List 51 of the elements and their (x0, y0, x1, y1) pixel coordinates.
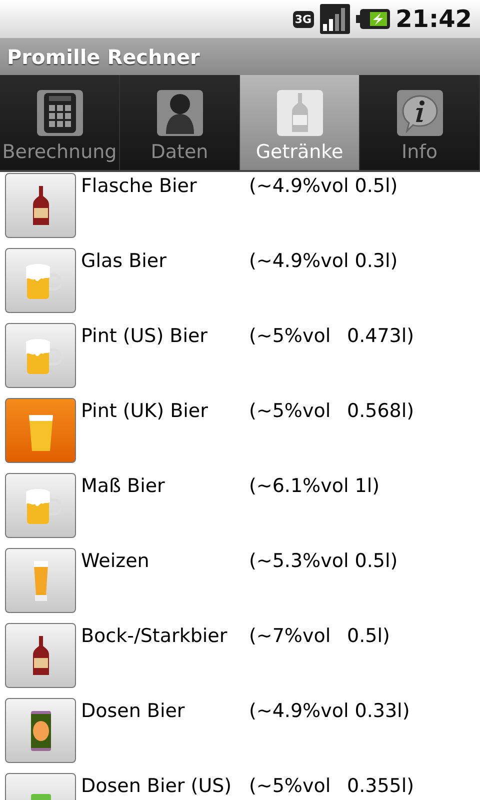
drink-name: Dosen Bier (US) (81, 777, 233, 796)
drink-volume: 0.33l) (354, 702, 410, 721)
drink-button[interactable] (5, 398, 76, 463)
drink-volume: 0.568l) (347, 402, 414, 421)
tab[interactable]: Info (360, 75, 480, 170)
person-icon (156, 90, 202, 136)
drink-volume: 0.355l) (347, 777, 414, 796)
bottle-icon (30, 636, 50, 676)
alcohol-content: (~7%vol (249, 627, 332, 646)
bottle-icon (276, 90, 322, 136)
drink-name: Maß Bier (81, 477, 166, 496)
drink-volume: 1l) (354, 477, 380, 496)
drink-volume: 0.5l) (354, 177, 398, 196)
drink-button[interactable] (5, 173, 76, 238)
tab[interactable]: Berechnung (0, 75, 120, 170)
alcohol-content: (~5%vol (249, 327, 332, 346)
drink-volume: 0.5l) (347, 627, 390, 646)
alcohol-content: (~5%vol (249, 777, 332, 796)
drink-button[interactable] (5, 248, 76, 313)
alcohol-content: (~4.9%vol (249, 252, 349, 271)
drink-name: Dosen Bier (81, 702, 186, 721)
alcohol-content: (~5%vol (249, 402, 332, 421)
alcohol-content: (~6.1%vol (249, 477, 349, 496)
drink-button[interactable] (5, 698, 76, 763)
battery-icon (356, 8, 390, 30)
drink-name: Glas Bier (81, 252, 168, 271)
signal-icon (320, 4, 350, 34)
tab[interactable]: Getränke (240, 75, 360, 170)
drink-volume: 0.3l) (354, 252, 398, 271)
drink-button[interactable] (5, 548, 76, 613)
drink-name: Bock-/Starkbier (81, 627, 228, 646)
calculator-icon (36, 90, 82, 136)
drink-name: Flasche Bier (81, 177, 198, 196)
drink-name: Weizen (81, 552, 150, 571)
network-icon: 3G (292, 10, 314, 28)
drink-volume: 0.473l) (347, 327, 414, 346)
alcohol-content: (~4.9%vol (249, 702, 349, 721)
bottle-icon (30, 186, 50, 226)
drink-name: Pint (US) Bier (81, 327, 208, 346)
can-icon (30, 710, 52, 750)
tab[interactable]: Daten (120, 75, 240, 170)
drink-button[interactable] (5, 323, 76, 388)
info-icon (396, 90, 442, 136)
drink-button[interactable] (5, 473, 76, 538)
drink-name: Pint (UK) Bier (81, 402, 209, 421)
drink-button[interactable] (5, 623, 76, 688)
app-title: Promille Rechner (7, 44, 200, 70)
drink-volume: 0.5l) (354, 552, 398, 571)
alcohol-content: (~5.3%vol (249, 552, 349, 571)
clock: 21:42 (396, 4, 472, 35)
alcohol-content: (~4.9%vol (249, 177, 349, 196)
